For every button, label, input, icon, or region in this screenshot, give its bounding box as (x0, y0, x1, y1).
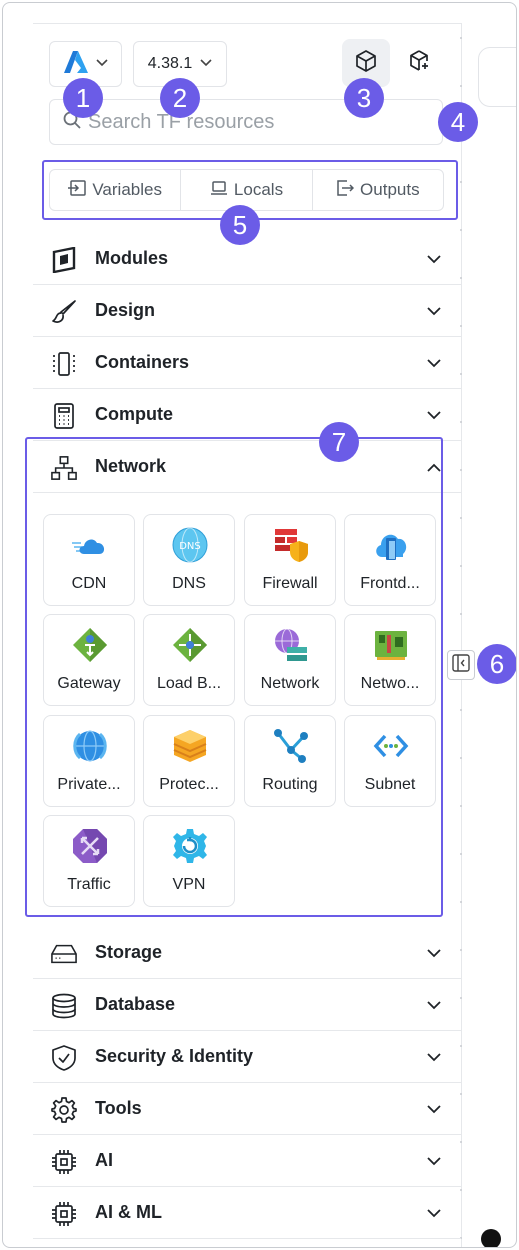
version-value: 4.38.1 (147, 55, 193, 72)
resource-panel: 4.38.1 Variables (2, 2, 517, 1248)
canvas-dot (460, 757, 462, 759)
database-icon (51, 993, 77, 1019)
category-containers[interactable]: Containers (33, 337, 461, 389)
annotation-badge: 5 (220, 205, 260, 245)
canvas-dot (460, 517, 462, 519)
category-compute[interactable]: Compute (33, 389, 461, 441)
brush-icon (51, 299, 77, 325)
annotation-badge: 3 (344, 78, 384, 118)
annotation-badge: 6 (477, 644, 516, 684)
category-label: AI & ML (95, 1202, 162, 1222)
canvas-dot (460, 85, 462, 87)
chevron-down-icon (427, 1205, 441, 1223)
chevron-down-icon (427, 1153, 441, 1171)
category-ai[interactable]: AI (33, 1135, 461, 1187)
annotation-badge: 4 (438, 102, 478, 142)
chevron-down-icon (427, 355, 441, 373)
shield-icon (51, 1045, 77, 1071)
category-label: Design (95, 300, 156, 320)
chevron-down-icon (427, 1101, 441, 1119)
category-ai-ml[interactable]: AI & ML (33, 1187, 461, 1239)
cube-plus-icon (407, 49, 431, 78)
chevron-down-icon (427, 303, 441, 321)
top-divider (33, 23, 461, 24)
chevron-down-icon (200, 58, 212, 70)
canvas-dot (460, 805, 462, 807)
category-label: AI (95, 1150, 113, 1170)
container-icon (51, 351, 77, 377)
category-design[interactable]: Design (33, 285, 461, 337)
cube-icon (354, 49, 378, 78)
annotation-badge: 1 (63, 78, 103, 118)
canvas-dot (460, 565, 462, 567)
storage-icon (51, 941, 77, 967)
canvas-node[interactable] (478, 47, 516, 107)
category-database[interactable]: Database (33, 979, 461, 1031)
canvas-dot (460, 853, 462, 855)
category-label: Tools (95, 1098, 142, 1118)
category-label: Security & Identity (95, 1046, 254, 1066)
annotation-badge: 2 (160, 78, 200, 118)
category-label: Storage (95, 942, 163, 962)
gear-icon (51, 1097, 77, 1123)
category-label: Containers (95, 352, 190, 372)
highlight-network-section (25, 437, 443, 917)
add-resource-button[interactable] (395, 39, 443, 87)
category-tools[interactable]: Tools (33, 1083, 461, 1135)
category-label: Compute (95, 404, 173, 424)
chevron-down-icon (427, 407, 441, 425)
canvas-dot (460, 181, 462, 183)
search-input[interactable] (88, 110, 428, 134)
collapse-sidebar-button[interactable] (447, 650, 475, 680)
chevron-down-icon (427, 1049, 441, 1067)
module-icon (51, 247, 77, 273)
chip-icon (51, 1149, 77, 1175)
chevron-down-icon (427, 945, 441, 963)
category-security-identity[interactable]: Security & Identity (33, 1031, 461, 1083)
azure-logo-icon (63, 50, 88, 78)
calculator-icon (51, 403, 77, 429)
category-storage[interactable]: Storage (33, 927, 461, 979)
annotation-badge: 7 (319, 422, 359, 462)
canvas-dot (460, 901, 462, 903)
sidebar-collapse-icon (452, 653, 470, 677)
canvas-dot (460, 709, 462, 711)
search-box[interactable] (49, 99, 443, 145)
chevron-down-icon (427, 251, 441, 269)
category-label: Modules (95, 248, 169, 268)
canvas-corner-control[interactable] (481, 1229, 501, 1247)
canvas-dot (460, 613, 462, 615)
canvas-dot (460, 229, 462, 231)
chip-icon (51, 1201, 77, 1227)
category-label: Database (95, 994, 176, 1014)
chevron-down-icon (427, 997, 441, 1015)
chevron-down-icon (95, 58, 108, 70)
canvas-dot (460, 37, 462, 39)
